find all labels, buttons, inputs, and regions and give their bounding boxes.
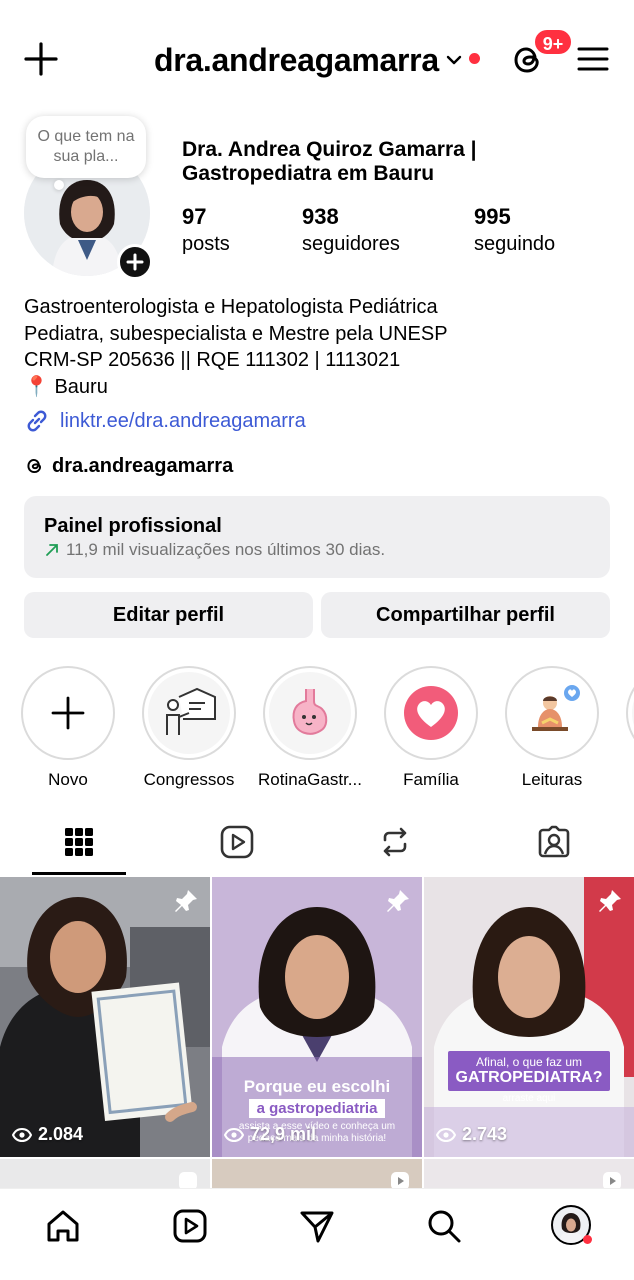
- link-text[interactable]: linktr.ee/dra.andreagamarra: [60, 410, 306, 433]
- highlight-label: Congressos: [143, 770, 235, 789]
- stat-posts[interactable]: 97 posts: [182, 204, 230, 258]
- profile-bio: Gastroenterologista e Hepatologista Pedi…: [24, 294, 448, 400]
- grid-icon[interactable]: [59, 822, 99, 862]
- note-bubble[interactable]: O que tem na sua pla...: [26, 116, 146, 178]
- top-bar: dra.andreagamarra 9+: [0, 0, 634, 120]
- threads-small-icon: [27, 458, 42, 474]
- post-views-count: 2.084: [38, 1124, 84, 1144]
- stat-label: seguidores: [302, 233, 400, 255]
- reel-indicator-icon: [391, 1172, 409, 1189]
- pinned-icon: [175, 890, 197, 912]
- stat-label: seguindo: [474, 233, 556, 255]
- post-views: 2.084: [12, 1124, 83, 1145]
- presentation-icon: [166, 687, 216, 735]
- stat-followers[interactable]: 938 seguidores: [302, 204, 400, 258]
- edit-profile-button[interactable]: Editar perfil: [24, 592, 313, 638]
- post-tile[interactable]: [424, 1159, 634, 1189]
- search-icon[interactable]: [425, 1207, 463, 1245]
- post-tile[interactable]: Afinal, o que faz um GATROPEDIATRA? arra…: [424, 877, 634, 1157]
- active-tab-indicator: [32, 872, 126, 875]
- create-plus-icon[interactable]: [22, 40, 60, 78]
- notification-badge: 9+: [533, 28, 573, 56]
- post-views: 2.743: [436, 1124, 507, 1145]
- highlight-new[interactable]: Novo: [20, 666, 116, 790]
- post-image: [424, 877, 634, 1157]
- profile-link[interactable]: linktr.ee/dra.andreagamarra: [24, 406, 306, 436]
- profile-alert-dot: [583, 1235, 592, 1244]
- highlight-familia[interactable]: Família: [383, 666, 479, 790]
- home-icon[interactable]: [44, 1207, 82, 1245]
- post-views-count: 72,9 mil: [250, 1124, 317, 1144]
- bio-line: 📍 Bauru: [24, 375, 108, 398]
- profile-full-name: Dra. Andrea Quiroz Gamarra | Gastropedia…: [182, 138, 477, 185]
- highlight-label: Família: [403, 770, 459, 789]
- reposts-icon[interactable]: [375, 822, 415, 862]
- banner-line: a gastropediatria: [248, 1099, 386, 1118]
- post-tile[interactable]: Porque eu escolhi a gastropediatria assi…: [212, 877, 422, 1157]
- professional-dashboard[interactable]: Painel profissional 11,9 mil visualizaçõ…: [24, 496, 610, 578]
- menu-icon[interactable]: [576, 42, 610, 76]
- trend-up-icon: [46, 544, 58, 556]
- bio-line: CRM-SP 205636 || RQE 111302 | 1113021: [24, 349, 401, 371]
- threads-profile-link[interactable]: dra.andreagamarra: [24, 452, 233, 480]
- highlight-label: Leituras: [521, 770, 583, 789]
- note-bubble-tail: [54, 180, 64, 190]
- post-tile[interactable]: 2.084: [0, 877, 210, 1157]
- send-icon[interactable]: [298, 1207, 336, 1245]
- stat-value: 938: [302, 204, 339, 229]
- banner-line: Porque eu escolhi: [243, 1077, 391, 1096]
- post-banner: Afinal, o que faz um GATROPEDIATRA? arra…: [438, 1051, 620, 1104]
- eye-icon: [224, 1127, 244, 1142]
- pinned-icon: [599, 890, 621, 912]
- dashboard-subtitle: 11,9 mil visualizações nos últimos 30 di…: [66, 540, 386, 559]
- plus-icon: [51, 696, 85, 730]
- bio-line: Gastroenterologista e Hepatologista Pedi…: [24, 296, 438, 318]
- banner-line: arraste aqui: [502, 1093, 556, 1104]
- highlight-partial[interactable]: [625, 666, 634, 760]
- reels-icon[interactable]: [217, 822, 257, 862]
- add-story-plus-icon[interactable]: [117, 244, 153, 280]
- note-text: O que tem na sua pla...: [37, 128, 135, 165]
- post-tile[interactable]: [212, 1159, 422, 1189]
- account-alert-dot: [469, 53, 480, 64]
- banner-line: GATROPEDIATRA?: [455, 1069, 603, 1086]
- eye-icon: [436, 1127, 456, 1142]
- bottom-navigation: [0, 1188, 634, 1280]
- dashboard-title: Painel profissional: [44, 515, 222, 537]
- reel-indicator-icon: [603, 1172, 621, 1189]
- stat-label: posts: [182, 233, 230, 255]
- chevron-down-icon[interactable]: [444, 50, 464, 70]
- stat-value: 995: [474, 204, 511, 229]
- highlight-congressos[interactable]: Congressos: [141, 666, 237, 790]
- bio-line: Pediatra, subespecialista e Mestre pela …: [24, 322, 448, 345]
- post-views: 72,9 mil: [224, 1124, 316, 1145]
- profile-tabs: [0, 814, 634, 876]
- stomach-icon: [292, 689, 328, 735]
- post-views-count: 2.743: [462, 1124, 508, 1144]
- heart-icon: [404, 686, 458, 740]
- reel-indicator-icon: [179, 1172, 197, 1189]
- highlight-rotina[interactable]: RotinaGastr...: [258, 666, 362, 790]
- reading-icon: [532, 685, 580, 731]
- share-profile-button[interactable]: Compartilhar perfil: [321, 592, 610, 638]
- stat-following[interactable]: 995 seguindo: [474, 204, 555, 258]
- post-tile[interactable]: [0, 1159, 210, 1189]
- highlight-leituras[interactable]: Leituras: [504, 666, 600, 790]
- account-username[interactable]: dra.andreagamarra: [154, 40, 439, 80]
- post-image: [0, 877, 210, 1157]
- threads-handle[interactable]: dra.andreagamarra: [52, 455, 233, 478]
- highlight-label: RotinaGastr...: [258, 770, 362, 789]
- eye-icon: [12, 1127, 32, 1142]
- link-icon: [27, 410, 47, 432]
- tagged-icon[interactable]: [534, 822, 574, 862]
- highlight-label: Novo: [48, 770, 88, 789]
- banner-line: Afinal, o que faz um: [475, 1055, 583, 1069]
- stat-value: 97: [182, 204, 207, 229]
- pinned-icon: [387, 890, 409, 912]
- reels-icon[interactable]: [171, 1207, 209, 1245]
